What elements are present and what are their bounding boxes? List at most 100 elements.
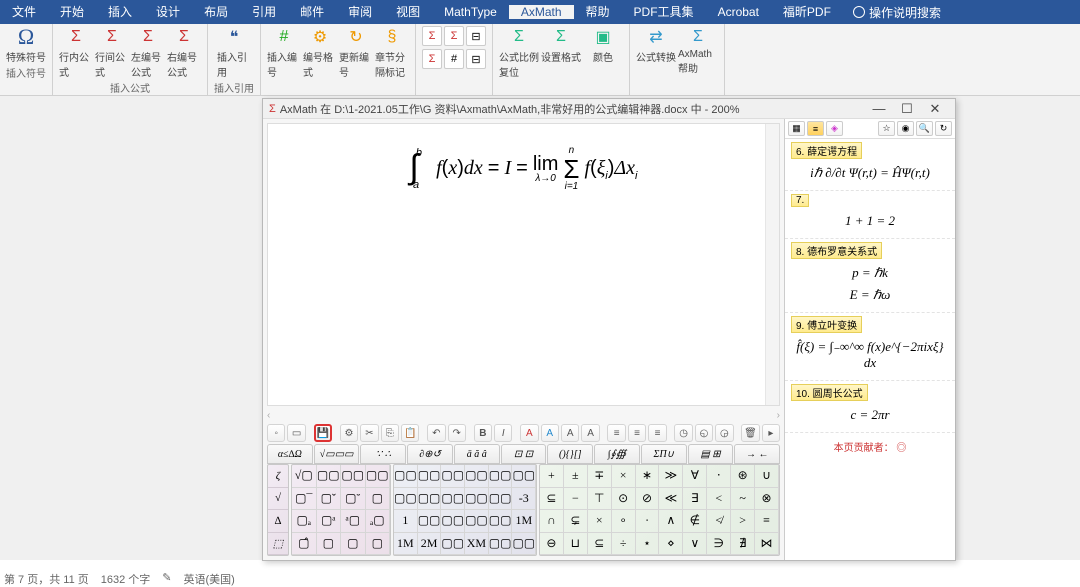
sigma2-icon[interactable]: Σ [444, 26, 464, 46]
tb-italic[interactable]: I [494, 424, 512, 442]
palD-cell-12[interactable]: ⊤ [588, 488, 612, 511]
tb-al3[interactable]: ≡ [648, 424, 666, 442]
rbtn-g6-1[interactable]: ΣAxMath帮助 [678, 26, 718, 75]
tb-c3[interactable]: ◶ [715, 424, 733, 442]
menu-tab-4[interactable]: 布局 [192, 5, 240, 19]
sigma-icon[interactable]: Σ [422, 26, 442, 46]
palD-cell-5[interactable]: ≫ [659, 465, 683, 488]
btn-special-symbol[interactable]: Ω特殊符号 [6, 26, 46, 64]
st-star[interactable]: ☆ [878, 121, 895, 136]
st-grid[interactable]: ▦ [788, 121, 805, 136]
rbtn-g5-2[interactable]: ▣颜色 [583, 26, 623, 79]
palC-cell-15[interactable]: ▢▢ [465, 510, 489, 533]
palC-cell-4[interactable]: ▢▢ [489, 465, 513, 488]
palD-cell-9[interactable]: ∪ [755, 465, 779, 488]
palD-cell-18[interactable]: ~ [731, 488, 755, 511]
palC-cell-11[interactable]: -3 [512, 488, 536, 511]
cat-tab-4[interactable]: ā ă â [454, 444, 500, 464]
menu-tab-13[interactable]: Acrobat [706, 5, 771, 19]
palB-cell-13[interactable]: ▢ [317, 533, 342, 556]
palD-cell-20[interactable]: ∩ [540, 510, 564, 533]
palB-cell-12[interactable]: ▢̂ [292, 533, 317, 556]
palD-cell-24[interactable]: ∙ [636, 510, 660, 533]
palC-cell-21[interactable]: XM [465, 533, 489, 556]
cat-tab-7[interactable]: ∫∮∰ [594, 444, 640, 464]
menu-tab-11[interactable]: 帮助 [574, 5, 622, 19]
rbtn-g4-1[interactable]: ⚙编号格式 [303, 26, 337, 79]
menu-tab-0[interactable]: 文件 [0, 5, 48, 19]
palD-cell-29[interactable]: ≡ [755, 510, 779, 533]
tb-gear[interactable]: ⚙ [340, 424, 358, 442]
palD-cell-32[interactable]: ⊆ [588, 533, 612, 556]
tb-a1[interactable]: A [520, 424, 538, 442]
rbtn-g2-3[interactable]: Σ右编号公式 [167, 26, 201, 79]
palD-cell-17[interactable]: < [707, 488, 731, 511]
palB-cell-8[interactable]: ▢ₐ [292, 510, 317, 533]
palC-cell-13[interactable]: ▢▢ [418, 510, 442, 533]
btn-insert-ref[interactable]: ❝插入引用 [217, 26, 251, 79]
palD-cell-33[interactable]: ÷ [612, 533, 636, 556]
palD-cell-25[interactable]: ∧ [659, 510, 683, 533]
palD-cell-38[interactable]: ∄ [731, 533, 755, 556]
lib-item-4[interactable]: 10. 圆周长公式c = 2πr [785, 381, 955, 433]
rbtn-g4-3[interactable]: §章节分隔标记 [375, 26, 409, 79]
palC-cell-22[interactable]: ▢▢ [489, 533, 513, 556]
cat-tab-9[interactable]: ▤ ⊞ [688, 444, 734, 464]
st-ref[interactable]: ↻ [935, 121, 952, 136]
palD-cell-2[interactable]: ∓ [588, 465, 612, 488]
palC-cell-7[interactable]: ▢▢ [418, 488, 442, 511]
palD-cell-34[interactable]: ⋆ [636, 533, 660, 556]
tb-redo[interactable]: ↷ [448, 424, 466, 442]
palD-cell-16[interactable]: ∃ [683, 488, 707, 511]
tb-c2[interactable]: ◵ [695, 424, 713, 442]
palB-cell-3[interactable]: ▢▢ [366, 465, 391, 488]
palB-cell-5[interactable]: ▢ˇ [317, 488, 342, 511]
palD-cell-39[interactable]: ⋈ [755, 533, 779, 556]
palD-cell-22[interactable]: × [588, 510, 612, 533]
formula-library[interactable]: 6. 薛定谔方程iℏ ∂/∂t Ψ(r,t) = ĤΨ(r,t)7.1 + 1 … [785, 139, 955, 560]
palD-cell-7[interactable]: ⋅ [707, 465, 731, 488]
minimize-button[interactable]: — [865, 101, 893, 116]
palC-cell-23[interactable]: ▢▢ [512, 533, 536, 556]
palB-cell-10[interactable]: ᵃ▢ [341, 510, 366, 533]
cat-tab-10[interactable]: → ← [734, 444, 780, 464]
palD-cell-19[interactable]: ⊗ [755, 488, 779, 511]
palD-cell-35[interactable]: ⋄ [659, 533, 683, 556]
cat-tab-6[interactable]: (){}[] [547, 444, 593, 464]
palB-cell-0[interactable]: √▢ [292, 465, 317, 488]
menu-tab-5[interactable]: 引用 [240, 5, 288, 19]
palC-cell-6[interactable]: ▢▢ [394, 488, 418, 511]
rbtn-g4-0[interactable]: #插入编号 [267, 26, 301, 79]
palD-cell-1[interactable]: ± [564, 465, 588, 488]
palD-cell-27[interactable]: ≮ [707, 510, 731, 533]
cat-tab-1[interactable]: √▭▭▭ [314, 444, 360, 464]
palD-cell-8[interactable]: ⊛ [731, 465, 755, 488]
palD-cell-15[interactable]: ≪ [659, 488, 683, 511]
rbtn-g6-0[interactable]: ⇄公式转换 [636, 26, 676, 75]
rbtn-g2-0[interactable]: Σ行内公式 [59, 26, 93, 79]
menu-tab-9[interactable]: MathType [432, 5, 509, 19]
palB-cell-15[interactable]: ▢ [366, 533, 391, 556]
palD-cell-13[interactable]: ⊙ [612, 488, 636, 511]
st-eye[interactable]: ◉ [897, 121, 914, 136]
tb-bold[interactable]: B [474, 424, 492, 442]
palC-cell-2[interactable]: ▢▢ [441, 465, 465, 488]
dots-icon[interactable]: ⊟ [466, 26, 486, 46]
palC-cell-10[interactable]: ▢▢ [489, 488, 513, 511]
palB-cell-7[interactable]: ▢ [366, 488, 391, 511]
palD-cell-23[interactable]: ∘ [612, 510, 636, 533]
tb-save-alt[interactable]: ▭ [287, 424, 305, 442]
menu-tab-12[interactable]: PDF工具集 [622, 5, 706, 19]
tb-a3[interactable]: A [561, 424, 579, 442]
palB-cell-4[interactable]: ▢¯ [292, 488, 317, 511]
palD-cell-3[interactable]: × [612, 465, 636, 488]
menu-tab-2[interactable]: 插入 [96, 5, 144, 19]
tb-al2[interactable]: ≡ [628, 424, 646, 442]
menu-tab-14[interactable]: 福昕PDF [771, 5, 843, 19]
menu-tab-3[interactable]: 设计 [144, 5, 192, 19]
rbtn-g4-2[interactable]: ↻更新编号 [339, 26, 373, 79]
tb-a2[interactable]: A [541, 424, 559, 442]
cat-tab-3[interactable]: ∂⊕↺ [407, 444, 453, 464]
palB-cell-9[interactable]: ▢ᵃ [317, 510, 342, 533]
st-tag[interactable]: ◈ [826, 121, 843, 136]
